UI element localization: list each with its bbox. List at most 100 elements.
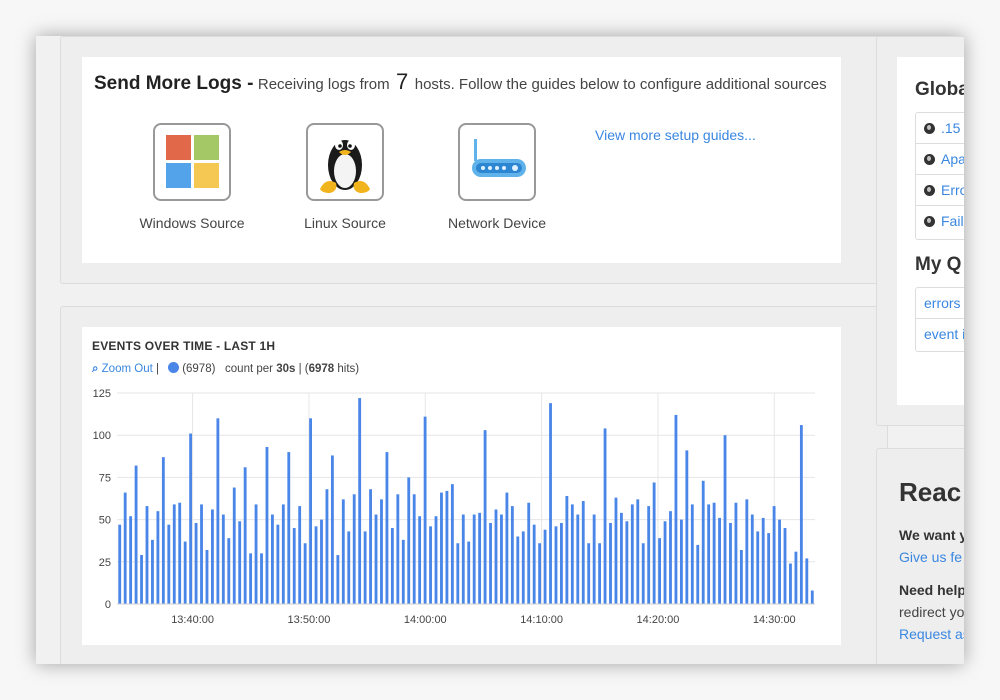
event-bar[interactable] bbox=[467, 541, 471, 604]
event-bar[interactable] bbox=[663, 521, 667, 604]
event-bar[interactable] bbox=[707, 504, 711, 604]
event-bar[interactable] bbox=[330, 455, 334, 604]
event-bar[interactable] bbox=[581, 501, 585, 604]
feedback-link[interactable]: Give us fe bbox=[899, 549, 962, 565]
event-bar[interactable] bbox=[418, 516, 422, 604]
event-bar[interactable] bbox=[211, 509, 214, 604]
event-bar[interactable] bbox=[718, 517, 721, 604]
global-query-item[interactable]: Erro bbox=[916, 175, 964, 206]
event-bar[interactable] bbox=[472, 514, 476, 604]
event-bar[interactable] bbox=[412, 494, 416, 604]
event-bar[interactable] bbox=[363, 531, 367, 604]
event-bar[interactable] bbox=[685, 450, 689, 604]
event-bar[interactable] bbox=[314, 526, 318, 604]
event-bar[interactable] bbox=[690, 504, 694, 604]
event-bar[interactable] bbox=[483, 430, 487, 604]
event-bar[interactable] bbox=[320, 519, 323, 604]
global-query-item[interactable]: Apa bbox=[916, 144, 964, 175]
event-bar[interactable] bbox=[750, 514, 754, 604]
event-bar[interactable] bbox=[603, 428, 607, 604]
event-bar[interactable] bbox=[118, 524, 122, 604]
event-bar[interactable] bbox=[789, 563, 792, 604]
event-bar[interactable] bbox=[134, 465, 138, 604]
event-bar[interactable] bbox=[549, 403, 552, 604]
event-bar[interactable] bbox=[494, 509, 498, 604]
event-bar[interactable] bbox=[380, 499, 383, 604]
event-bar[interactable] bbox=[587, 543, 591, 604]
event-bar[interactable] bbox=[309, 418, 313, 604]
event-bar[interactable] bbox=[565, 495, 569, 604]
event-bar[interactable] bbox=[516, 536, 520, 604]
event-bar[interactable] bbox=[510, 506, 514, 604]
event-bar[interactable] bbox=[270, 514, 274, 604]
event-bar[interactable] bbox=[358, 398, 362, 604]
event-bar[interactable] bbox=[532, 524, 536, 604]
event-bar[interactable] bbox=[156, 511, 160, 604]
event-bar[interactable] bbox=[194, 522, 198, 604]
event-bar[interactable] bbox=[674, 414, 678, 604]
event-bar[interactable] bbox=[527, 502, 531, 604]
event-bar[interactable] bbox=[521, 531, 525, 604]
event-bar[interactable] bbox=[478, 512, 482, 604]
event-bar[interactable] bbox=[745, 499, 749, 604]
event-bar[interactable] bbox=[630, 504, 634, 604]
router-icon[interactable] bbox=[458, 123, 536, 201]
event-bar[interactable] bbox=[243, 467, 247, 604]
event-bar[interactable] bbox=[238, 521, 242, 604]
event-bar[interactable] bbox=[396, 494, 400, 604]
event-bar[interactable] bbox=[669, 511, 672, 604]
events-bar-chart[interactable]: 0 25 50 75 100 125 13:40:00 13:50:00 14:00:00 14:… bbox=[82, 327, 841, 645]
my-query-item[interactable]: event i bbox=[916, 319, 964, 350]
event-bar[interactable] bbox=[325, 489, 329, 604]
event-bar[interactable] bbox=[303, 543, 307, 604]
event-bar[interactable] bbox=[554, 526, 558, 604]
event-bar[interactable] bbox=[407, 477, 411, 604]
global-query-item[interactable]: .15 bbox=[916, 113, 964, 144]
event-bar[interactable] bbox=[423, 416, 427, 604]
global-query-item[interactable]: Fail bbox=[916, 206, 964, 237]
event-bar[interactable] bbox=[287, 452, 291, 604]
event-bar[interactable] bbox=[145, 506, 149, 604]
event-bar[interactable] bbox=[216, 418, 220, 604]
event-bar[interactable] bbox=[679, 519, 683, 604]
event-bar[interactable] bbox=[576, 514, 580, 604]
event-bar[interactable] bbox=[205, 549, 209, 604]
event-bar[interactable] bbox=[799, 425, 803, 604]
event-bar[interactable] bbox=[636, 499, 640, 604]
event-bar[interactable] bbox=[129, 516, 133, 604]
event-bar[interactable] bbox=[221, 514, 225, 604]
event-bar[interactable] bbox=[232, 487, 236, 604]
event-bar[interactable] bbox=[701, 480, 705, 604]
request-link[interactable]: Request as bbox=[899, 626, 964, 642]
event-bar[interactable] bbox=[641, 543, 645, 604]
event-bar[interactable] bbox=[281, 504, 285, 604]
event-bar[interactable] bbox=[560, 522, 563, 604]
event-bar[interactable] bbox=[756, 531, 760, 604]
event-bar[interactable] bbox=[696, 544, 700, 604]
event-bar[interactable] bbox=[254, 504, 258, 604]
event-bar[interactable] bbox=[178, 502, 182, 604]
linux-penguin-icon[interactable] bbox=[306, 123, 384, 201]
network-device-card[interactable]: Network Device bbox=[422, 123, 572, 231]
event-bar[interactable] bbox=[292, 528, 296, 604]
event-bar[interactable] bbox=[570, 504, 574, 604]
event-bar[interactable] bbox=[614, 497, 618, 604]
event-bar[interactable] bbox=[772, 506, 776, 604]
event-bar[interactable] bbox=[227, 538, 231, 604]
event-bar[interactable] bbox=[260, 553, 263, 604]
event-bar[interactable] bbox=[401, 539, 405, 604]
event-bar[interactable] bbox=[810, 590, 814, 604]
event-bar[interactable] bbox=[200, 504, 203, 604]
event-bar[interactable] bbox=[652, 482, 656, 604]
event-bar[interactable] bbox=[505, 492, 509, 604]
event-bar[interactable] bbox=[489, 522, 492, 604]
event-bar[interactable] bbox=[647, 506, 651, 604]
event-bar[interactable] bbox=[161, 457, 165, 604]
event-bar[interactable] bbox=[734, 502, 738, 604]
event-bar[interactable] bbox=[538, 543, 542, 604]
event-bar[interactable] bbox=[369, 489, 372, 604]
event-bar[interactable] bbox=[445, 490, 449, 604]
event-bar[interactable] bbox=[609, 522, 612, 604]
event-bar[interactable] bbox=[140, 555, 143, 604]
event-bar[interactable] bbox=[461, 514, 465, 604]
